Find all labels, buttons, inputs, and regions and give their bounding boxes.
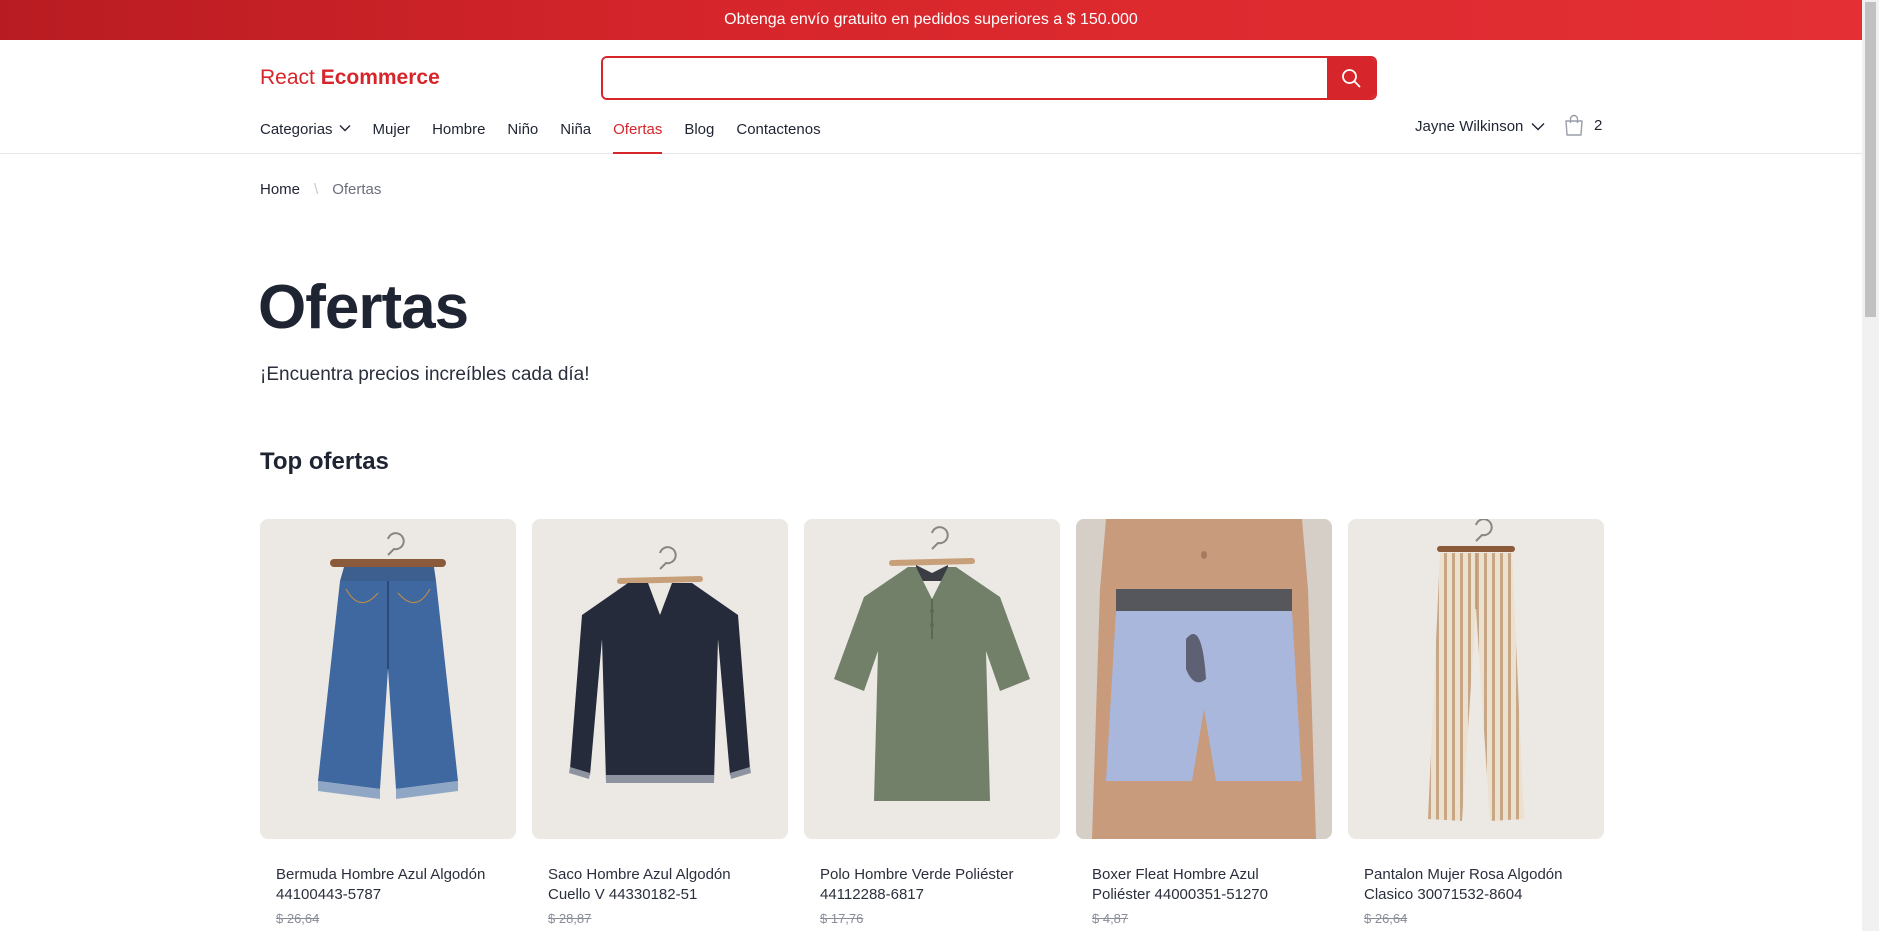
product-price: $ 4,87: [1092, 911, 1129, 926]
scrollbar-thumb[interactable]: [1865, 2, 1876, 317]
product-name[interactable]: Polo Hombre Verde Poliéster 44112288-681…: [804, 865, 1060, 905]
nav-item-mujer[interactable]: Mujer: [373, 114, 411, 154]
section-title: Top ofertas: [260, 448, 389, 475]
nav-item-nino[interactable]: Niño: [507, 114, 538, 154]
user-menu[interactable]: Jayne Wilkinson: [1415, 118, 1545, 135]
shopping-bag-icon: [1565, 114, 1583, 136]
sweater-image: [569, 546, 751, 783]
breadcrumb: Home \ Ofertas: [260, 181, 381, 198]
site-header: React Ecommerce Categorias Mujer Hombre …: [0, 40, 1862, 154]
product-image[interactable]: [260, 519, 516, 839]
breadcrumb-separator: \: [314, 181, 319, 198]
polo-shirt-image: [834, 526, 1030, 801]
nav-label: Niña: [560, 121, 592, 138]
page-title: Ofertas: [258, 273, 469, 342]
nav-label: Blog: [684, 121, 715, 138]
search-bar: [601, 56, 1377, 100]
product-card[interactable]: Saco Hombre Azul Algodón Cuello V 443301…: [532, 519, 788, 926]
product-image[interactable]: [532, 519, 788, 839]
product-card[interactable]: Bermuda Hombre Azul Algodón 44100443-578…: [260, 519, 516, 926]
page-subtitle: ¡Encuentra precios increíbles cada día!: [260, 364, 590, 385]
nav-label: Niño: [507, 121, 539, 138]
nav-item-nina[interactable]: Niña: [560, 114, 591, 154]
search-input[interactable]: [603, 58, 1331, 98]
product-card[interactable]: Polo Hombre Verde Poliéster 44112288-681…: [804, 519, 1060, 926]
logo-text-ecommerce: Ecommerce: [320, 66, 440, 89]
nav-label: Mujer: [372, 121, 411, 138]
nav-item-categorias[interactable]: Categorias: [260, 114, 351, 154]
product-name[interactable]: Bermuda Hombre Azul Algodón 44100443-578…: [260, 865, 516, 905]
cart-button[interactable]: 2: [1564, 114, 1602, 136]
breadcrumb-current: Ofertas: [332, 181, 382, 198]
nav-item-contactenos[interactable]: Contactenos: [736, 114, 820, 154]
product-image[interactable]: [1076, 519, 1332, 839]
main-nav: Categorias Mujer Hombre Niño Niña Oferta…: [260, 114, 843, 154]
product-card[interactable]: Pantalon Mujer Rosa Algodón Clasico 3007…: [1348, 519, 1604, 926]
chevron-down-icon: [1531, 123, 1545, 131]
product-price: $ 26,64: [276, 911, 320, 926]
logo-text-react: React: [260, 66, 321, 89]
nav-label: Ofertas: [613, 121, 663, 138]
chevron-down-icon: [339, 125, 351, 132]
product-card[interactable]: Boxer Fleat Hombre Azul Poliéster 440003…: [1076, 519, 1332, 926]
nav-label: Categorias: [260, 121, 333, 138]
nav-label: Hombre: [432, 121, 486, 138]
nav-item-hombre[interactable]: Hombre: [432, 114, 485, 154]
page-scrollbar[interactable]: [1862, 0, 1879, 931]
nav-item-blog[interactable]: Blog: [684, 114, 714, 154]
boxer-image: [1076, 519, 1332, 839]
product-price: $ 28,87: [548, 911, 592, 926]
cart-count: 2: [1594, 116, 1603, 134]
product-name[interactable]: Saco Hombre Azul Algodón Cuello V 443301…: [532, 865, 788, 905]
product-price: $ 17,76: [820, 911, 864, 926]
nav-label: Contactenos: [736, 121, 821, 138]
promo-text: Obtenga envío gratuito en pedidos superi…: [724, 11, 1138, 28]
trousers-image: [1428, 519, 1524, 821]
product-price: $ 26,64: [1364, 911, 1408, 926]
product-grid: Bermuda Hombre Azul Algodón 44100443-578…: [260, 519, 1604, 926]
search-button[interactable]: [1327, 58, 1375, 98]
promo-bar: Obtenga envío gratuito en pedidos superi…: [0, 0, 1862, 40]
product-image[interactable]: [804, 519, 1060, 839]
product-name[interactable]: Pantalon Mujer Rosa Algodón Clasico 3007…: [1348, 865, 1604, 905]
user-name: Jayne Wilkinson: [1415, 118, 1524, 135]
nav-item-ofertas[interactable]: Ofertas: [613, 114, 663, 154]
logo[interactable]: React Ecommerce: [260, 66, 440, 90]
product-name[interactable]: Boxer Fleat Hombre Azul Poliéster 440003…: [1076, 865, 1332, 905]
denim-shorts-image: [318, 532, 458, 799]
search-icon: [1342, 69, 1361, 88]
breadcrumb-home[interactable]: Home: [260, 181, 300, 198]
product-image[interactable]: [1348, 519, 1604, 839]
